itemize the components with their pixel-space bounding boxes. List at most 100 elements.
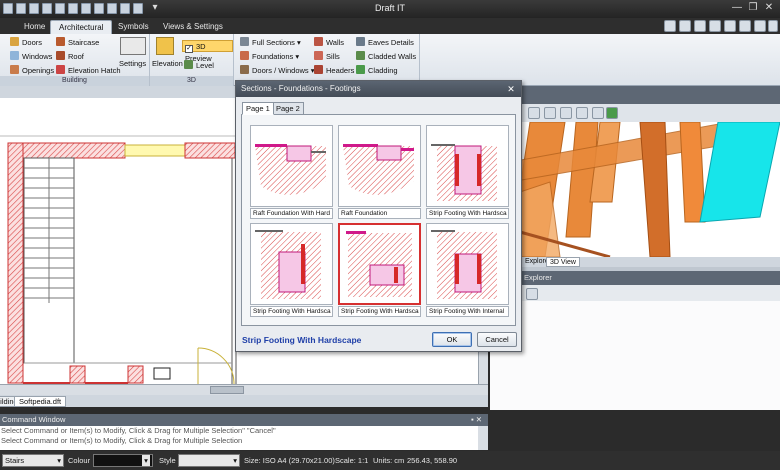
roof-button[interactable]: Roof xyxy=(56,51,84,62)
close-button[interactable]: ✕ xyxy=(762,2,776,14)
thumbnail-item-selected[interactable]: Strip Footing With Hardsca xyxy=(338,223,421,318)
thumbnail-caption: Strip Footing With Hardsca xyxy=(426,208,509,219)
units-readout: Units: cm xyxy=(373,456,405,465)
zoom-window-icon[interactable] xyxy=(679,20,691,32)
thumbnail-item[interactable]: Raft Foundation With Hard xyxy=(250,125,333,220)
style-select[interactable]: ▾ xyxy=(178,454,240,467)
scroll-thumb[interactable] xyxy=(210,386,244,394)
wall-icon xyxy=(314,37,323,46)
explorer-tree[interactable] xyxy=(490,301,780,410)
3d-preview-toggle[interactable]: ✓ 3D Preview xyxy=(182,40,233,63)
sills-button[interactable]: Sills xyxy=(314,51,340,62)
command-line: Select Command or Item(s) to Modify, Cli… xyxy=(1,426,276,435)
header-icon xyxy=(314,65,323,74)
elevation-house-icon xyxy=(156,37,174,55)
cancel-button[interactable]: Cancel xyxy=(477,332,517,347)
zoom-icon[interactable] xyxy=(664,20,676,32)
snap-icon[interactable] xyxy=(739,20,751,32)
3d-view-toolbar xyxy=(490,104,780,122)
thumbnail-image xyxy=(338,125,421,207)
thumbnail-item[interactable]: Strip Footing With Hardsca xyxy=(250,223,333,318)
help-icon[interactable] xyxy=(768,20,778,32)
section-icon xyxy=(240,37,249,46)
car-symbol xyxy=(153,367,171,380)
tab-symbols[interactable]: Symbols xyxy=(110,20,157,34)
roof-icon xyxy=(56,51,65,60)
ok-button[interactable]: OK xyxy=(432,332,472,347)
hatch-icon xyxy=(56,65,65,74)
zoom-in-icon[interactable] xyxy=(694,20,706,32)
doors-button[interactable]: Doors xyxy=(10,37,42,48)
rotate-up-icon[interactable] xyxy=(576,107,588,119)
ribbon-tab-bar: Home Architectural Symbols Views & Setti… xyxy=(0,18,780,34)
search-icon[interactable] xyxy=(528,107,540,119)
command-scrollbar[interactable] xyxy=(478,426,488,450)
pan-icon[interactable] xyxy=(724,20,736,32)
tab-3d-view[interactable]: 3D View xyxy=(546,257,580,267)
doors-windows-dropdown[interactable]: Doors / Windows ▾ xyxy=(240,65,315,76)
full-sections-dropdown[interactable]: Full Sections ▾ xyxy=(240,37,301,48)
rotate-down-icon[interactable] xyxy=(592,107,604,119)
layer-select[interactable]: Stairs ▾ xyxy=(2,454,64,467)
windows-button[interactable]: Windows xyxy=(10,51,52,62)
cladding-icon xyxy=(356,65,365,74)
walls-button[interactable]: Walls xyxy=(314,37,344,48)
openings-button[interactable]: Openings xyxy=(10,65,54,76)
thumbnail-item[interactable]: Strip Footing With Hardsca xyxy=(426,125,509,220)
selected-item-label: Strip Footing With Hardscape xyxy=(242,335,362,345)
thumbnail-caption: Strip Footing With Hardsca xyxy=(338,306,421,317)
headers-button[interactable]: Headers xyxy=(314,65,354,76)
wall-stub-1 xyxy=(69,365,86,384)
thumbnail-item[interactable]: Strip Footing With Internal xyxy=(426,223,509,318)
tab-home[interactable]: Home xyxy=(16,20,53,34)
wall-left xyxy=(7,142,24,384)
door-icon xyxy=(10,37,19,46)
thumbnail-item[interactable]: Raft Foundation xyxy=(338,125,421,220)
3d-group: Elevation ✓ 3D Preview Level 3D xyxy=(150,34,234,86)
scale-readout: Scale: 1:1 xyxy=(335,456,369,465)
elevation-hatch-button[interactable]: Elevation Hatch xyxy=(56,65,121,76)
explorer-refresh-icon[interactable] xyxy=(526,288,538,300)
tab-page-1[interactable]: Page 1 xyxy=(242,102,274,115)
thumbnail-image xyxy=(338,223,421,305)
drawing-tab-bar: Building1 Softpedia.dft xyxy=(0,395,488,407)
grid-icon[interactable] xyxy=(754,20,766,32)
building-group: Doors Windows Openings Staircase Roof El… xyxy=(0,34,150,86)
thumbnail-image xyxy=(426,125,509,207)
cladding-button[interactable]: Cladding xyxy=(356,65,398,76)
status-bar: Stairs ▾ Colour ▾ Style ▾ Size: ISO A4 (2… xyxy=(0,451,780,470)
foundations-dropdown[interactable]: Foundations ▾ xyxy=(240,51,299,62)
colour-select[interactable]: ▾ xyxy=(93,454,153,467)
3d-preview-viewport[interactable] xyxy=(490,122,780,257)
tab-architectural[interactable]: Architectural xyxy=(50,20,113,34)
dialog-title: Sections - Foundations - Footings xyxy=(236,81,521,97)
wall-top-left xyxy=(7,142,126,159)
minimize-button[interactable]: — xyxy=(730,2,744,14)
settings-button[interactable]: Settings xyxy=(119,59,146,69)
tab-softpedia[interactable]: Softpedia.dft xyxy=(14,396,67,407)
title-bar: ▾ Draft IT — ❐ ✕ xyxy=(0,0,780,18)
rotate-right-icon[interactable] xyxy=(560,107,572,119)
thumbnail-image xyxy=(426,223,509,305)
settings-icon xyxy=(120,37,146,55)
explorer-toolbar xyxy=(490,285,780,301)
wall-top-right xyxy=(184,142,236,159)
zoom-out-icon[interactable] xyxy=(709,20,721,32)
elevation-button[interactable]: Elevation xyxy=(152,59,183,69)
level-button[interactable]: Level xyxy=(184,60,214,71)
chevron-down-icon: ▾ xyxy=(142,455,150,466)
dialog-close-icon[interactable]: ✕ xyxy=(505,83,517,95)
rotate-left-icon[interactable] xyxy=(544,107,556,119)
maximize-button[interactable]: ❐ xyxy=(746,2,760,14)
window-top xyxy=(124,144,186,157)
pin-icon[interactable]: ▪ ✕ xyxy=(471,414,482,426)
drawing-horizontal-scrollbar[interactable] xyxy=(0,384,488,395)
export-icon[interactable] xyxy=(606,107,618,119)
eaves-details-button[interactable]: Eaves Details xyxy=(356,37,414,48)
staircase-button[interactable]: Staircase xyxy=(56,37,99,48)
window-icon xyxy=(10,51,19,60)
cladded-wall-icon xyxy=(356,51,365,60)
tab-views-settings[interactable]: Views & Settings xyxy=(155,20,231,34)
cladded-walls-button[interactable]: Cladded Walls xyxy=(356,51,416,62)
building-group-label: Building xyxy=(0,76,149,86)
